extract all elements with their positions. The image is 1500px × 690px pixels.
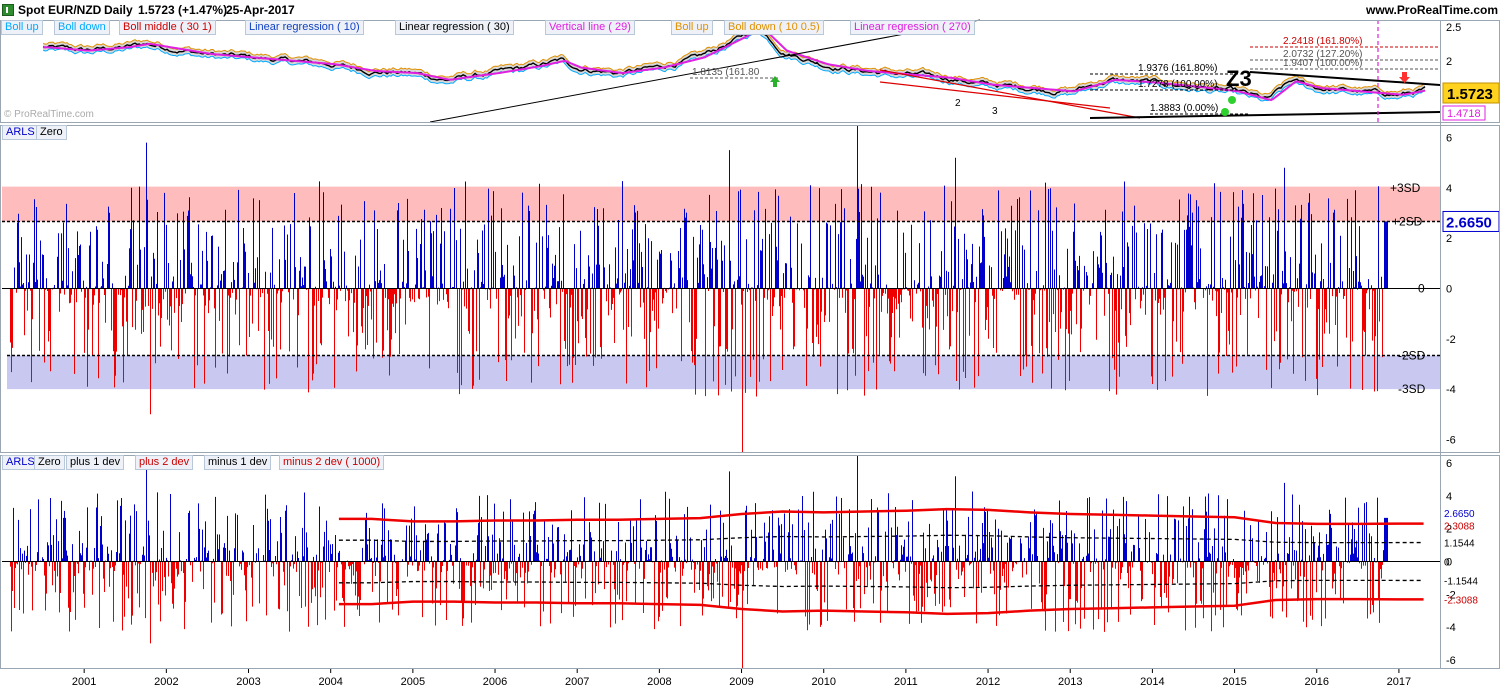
year-tick-label: 2008: [647, 676, 671, 688]
dev-legend-item[interactable]: minus 1 dev: [204, 455, 272, 470]
arls-axis-tick: -4: [1446, 384, 1456, 396]
indicator-tag[interactable]: Linear regression ( 270): [850, 20, 975, 35]
dev-value-label: 1.1544: [1444, 539, 1475, 550]
year-tick-label: 2017: [1387, 676, 1411, 688]
right-axis: 2.521.51.57231.47186420-2-4-62.66506420-…: [1440, 20, 1500, 668]
year-tick-label: 2004: [318, 676, 342, 688]
price-axis-tick: 2.5: [1446, 22, 1461, 34]
fib-level-label: 1.7278 (100.00%): [1138, 79, 1218, 90]
year-tick-label: 2014: [1140, 676, 1164, 688]
fib-level-label: 2.2418 (161.80%): [1283, 36, 1363, 47]
indicator-tag[interactable]: Linear regression ( 10): [245, 20, 364, 35]
time-axis: 2001 2002 2003 2004 2005 2006 2007 2008 2009 2010…: [72, 668, 1411, 688]
indicator-tag[interactable]: Boll middle ( 30 1): [119, 20, 216, 35]
year-tick-label: 2005: [401, 676, 425, 688]
year-tick-label: 2007: [565, 676, 589, 688]
watermark-label: © ProRealTime.com: [4, 109, 94, 120]
dev-axis-tick: -6: [1446, 655, 1456, 667]
channel-line-upper: [879, 69, 1141, 119]
indicator-tag[interactable]: Vertical line ( 29): [545, 20, 635, 35]
support-line: [1089, 111, 1441, 119]
wave-label-2: 2: [955, 98, 961, 109]
signal-dot-icon: [1228, 96, 1236, 104]
indicator-tag[interactable]: Linear regression ( 30): [395, 20, 514, 35]
year-tick-label: 2001: [72, 676, 96, 688]
signal-dot-icon: [1221, 108, 1229, 116]
dev-legend-item[interactable]: Zero: [34, 455, 65, 470]
dev-value-label: 2.6650: [1444, 509, 1475, 520]
arls-axis-tick: -2: [1446, 334, 1456, 346]
indicator-tag[interactable]: Boll up: [671, 20, 713, 35]
arls-axis-tick: -6: [1446, 434, 1456, 446]
minus-3sd-zone: [7, 355, 1440, 390]
year-tick-label: 2006: [483, 676, 507, 688]
band-label: -3SD: [1398, 382, 1426, 396]
indicator-tag[interactable]: Boll up: [1, 20, 43, 35]
arls-legend-item[interactable]: ARLS: [2, 125, 39, 140]
fib-level-label: 1.3883 (0.00%): [1150, 103, 1218, 114]
band-label: +3SD: [1390, 181, 1421, 195]
dev-axis-tick: -4: [1446, 622, 1456, 634]
year-tick-label: 2009: [729, 676, 753, 688]
arls-axis-tick: 4: [1446, 183, 1452, 195]
indicator-tag[interactable]: Boll down ( 10 0.5): [724, 20, 824, 35]
plus-3sd-zone: [2, 186, 1440, 222]
year-tick-label: 2003: [236, 676, 260, 688]
arls-legend-item[interactable]: Zero: [36, 125, 67, 140]
dev-arls-negative-bars: [10, 561, 1383, 668]
year-tick-label: 2011: [894, 676, 918, 688]
dev-value-label: -2.3088: [1444, 595, 1478, 606]
last-price-label: 1.5723: [1447, 86, 1493, 103]
dev-value-label: -1.1544: [1444, 576, 1478, 587]
indicator-tag[interactable]: Boll down: [54, 20, 110, 35]
dev-value-label: 2.3088: [1444, 522, 1475, 533]
dev-axis-tick: 6: [1446, 458, 1452, 470]
arls-value-label: 2.6650: [1446, 214, 1492, 231]
price-axis-tick: 2: [1446, 56, 1452, 68]
fib-level-label: 1.9376 (161.80%): [1138, 63, 1218, 74]
price-panel[interactable]: 2.2418 (161.80%)2.0732 (127.20%)1.9407 (…: [4, 19, 1441, 123]
resistance-line: [1249, 71, 1441, 86]
price-line: [42, 26, 1426, 99]
dev-legend-item[interactable]: plus 2 dev: [135, 455, 194, 470]
band-label: 0: [1418, 282, 1425, 296]
plus-2-dev-line: [338, 507, 1424, 526]
dev-legend-item[interactable]: plus 1 dev: [66, 455, 125, 470]
year-tick-label: 2010: [811, 676, 835, 688]
dev-panel[interactable]: [2, 455, 1440, 668]
year-tick-label: 2015: [1222, 676, 1246, 688]
dev-arls-positive-bars: [13, 455, 1388, 562]
secondary-price-label: 1.4718: [1447, 108, 1481, 120]
wave-label-z3: Z3: [1226, 66, 1252, 91]
arls-axis-tick: 0: [1446, 284, 1452, 296]
band-label: +2SD: [1392, 214, 1423, 228]
dev-axis-tick: 4: [1446, 491, 1452, 503]
band-label: -2SD: [1398, 349, 1426, 363]
year-tick-label: 2012: [976, 676, 1000, 688]
chart-canvas: 2.2418 (161.80%)2.0732 (127.20%)1.9407 (…: [0, 19, 1500, 688]
fib-level-label: 1.8135 (161.80: [692, 67, 760, 78]
year-tick-label: 2002: [154, 676, 178, 688]
plus-1-dev-line: [338, 534, 1424, 544]
dev-value-label: 0: [1444, 558, 1450, 569]
wave-label-3: 3: [992, 106, 998, 117]
arls-panel[interactable]: +3SD +2SD 0 -2SD -3SD: [2, 125, 1440, 452]
dev-legend-item[interactable]: minus 2 dev ( 1000): [279, 455, 385, 470]
arls-axis-tick: 6: [1446, 133, 1452, 145]
year-tick-label: 2013: [1058, 676, 1082, 688]
arls-axis-tick: 2: [1446, 233, 1452, 245]
fib-level-label: 1.9407 (100.00%): [1283, 58, 1363, 69]
year-tick-label: 2016: [1305, 676, 1329, 688]
